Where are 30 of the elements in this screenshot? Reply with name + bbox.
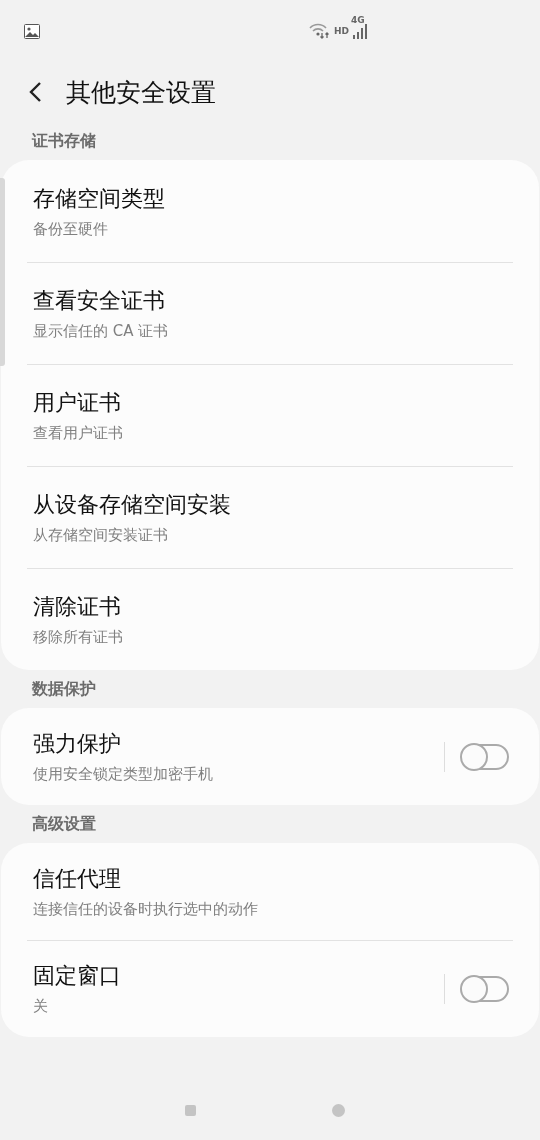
setting-title[interactable]: 查看安全证书 <box>33 285 507 316</box>
image-notification-icon <box>24 23 40 39</box>
setting-subtitle: 显示信任的 CA 证书 <box>33 321 170 341</box>
setting-subtitle: 从存储空间安装证书 <box>33 525 169 545</box>
setting-subtitle: 移除所有证书 <box>33 627 124 647</box>
toggle-switch[interactable] <box>461 975 509 1002</box>
setting-title[interactable]: 用户证书 <box>33 387 507 418</box>
setting-title[interactable]: 固定窗口 <box>33 961 444 991</box>
wifi-icon <box>309 23 331 39</box>
section-title: 高级设置 <box>32 814 96 835</box>
setting-subtitle: 使用安全锁定类型加密手机 <box>33 765 214 784</box>
setting-title[interactable]: 从设备存储空间安装 <box>33 489 507 520</box>
section-title: 数据保护 <box>32 679 96 700</box>
setting-title[interactable]: 存储空间类型 <box>33 183 507 214</box>
network-label: 4G <box>351 15 365 25</box>
toggle-switch[interactable] <box>461 743 509 770</box>
setting-subtitle: 备份至硬件 <box>33 219 109 239</box>
setting-title[interactable]: 清除证书 <box>33 591 507 622</box>
back-icon <box>28 81 42 103</box>
home-button[interactable] <box>332 1103 345 1117</box>
section-title: 证书存储 <box>32 131 96 152</box>
page-title: 其他安全设置 <box>66 76 216 109</box>
setting-subtitle: 查看用户证书 <box>33 423 124 443</box>
setting-title[interactable]: 信任代理 <box>33 864 507 894</box>
setting-subtitle: 连接信任的设备时执行选中的动作 <box>33 900 259 919</box>
signal-icon <box>352 23 368 39</box>
setting-title[interactable]: 强力保护 <box>33 729 444 759</box>
setting-subtitle: 关 <box>33 997 49 1016</box>
recents-button[interactable] <box>185 1104 196 1116</box>
hd-label: HD <box>334 26 349 36</box>
